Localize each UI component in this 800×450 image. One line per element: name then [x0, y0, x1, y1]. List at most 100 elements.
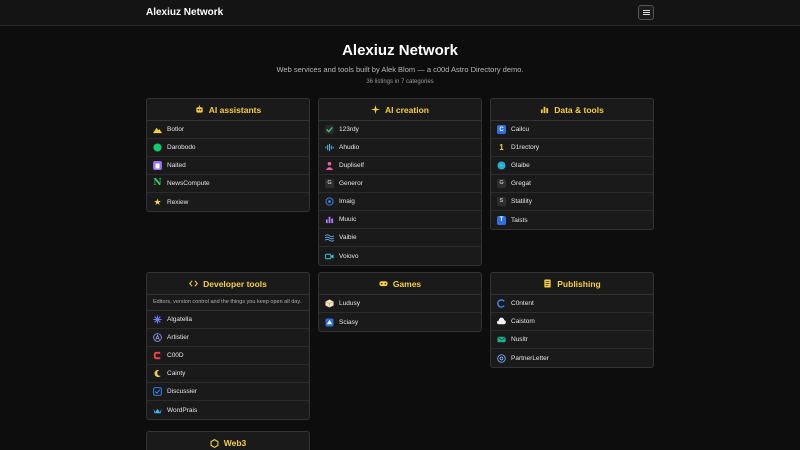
g-letter-icon: G [325, 179, 334, 188]
listing-label: 123rdy [339, 126, 359, 133]
listing-item-wordprais[interactable]: WordPrais [147, 401, 309, 419]
listing-label: Cailcu [511, 126, 530, 133]
category-header[interactable]: AI assistants [147, 99, 309, 121]
hamburger-menu-button[interactable] [638, 5, 654, 20]
purple-square-icon [153, 161, 162, 170]
category-title: Web3 [223, 438, 247, 448]
listing-item-cainty[interactable]: Cainty [147, 365, 309, 383]
bars-icon [325, 215, 334, 224]
check-square-icon [153, 387, 162, 396]
listing-item-statility[interactable]: S Statility [491, 193, 653, 211]
brand-link[interactable]: Alexiuz Network [146, 7, 223, 18]
listing-item-generor[interactable]: G Generor [319, 175, 481, 193]
listing-label: Discussier [167, 388, 197, 395]
listing-item-d1rectory[interactable]: 1 D1rectory [491, 139, 653, 157]
hexagon-icon [210, 438, 219, 448]
listing-item-taists[interactable]: T Taists [491, 211, 653, 229]
category-title: AI creation [385, 104, 429, 115]
listing-item-naited[interactable]: Naited [147, 157, 309, 175]
listing-item-botlor[interactable]: Botlor [147, 121, 309, 139]
listing-item-imaig[interactable]: Imaig [319, 193, 481, 211]
listing-item-caistom[interactable]: Caistom [491, 313, 653, 331]
listing-label: Nusltr [511, 336, 528, 343]
category-header[interactable]: AI creation [319, 99, 481, 121]
green-circle-icon [153, 143, 162, 152]
target-icon [325, 197, 334, 206]
listing-item-rexiew[interactable]: ★ Rexiew [147, 193, 309, 211]
category-card-developer-tools: Developer tools Editors, version control… [146, 272, 310, 420]
listing-item-nusltr[interactable]: Nusltr [491, 331, 653, 349]
listing-item-123rdy[interactable]: 123rdy [319, 121, 481, 139]
listing-label: Cainty [167, 370, 186, 377]
mountain-icon [153, 125, 162, 134]
listing-label: Voiovo [339, 252, 359, 260]
n-letter-icon: N [153, 178, 162, 188]
listing-count: 36 listings in 7 categories [366, 79, 434, 85]
category-header[interactable]: Web3 [147, 432, 309, 450]
at-sign-icon [497, 353, 506, 363]
listing-item-sciasy[interactable]: Sciasy [319, 313, 481, 331]
listing-label: D1rectory [511, 144, 540, 151]
listing-item-c00d[interactable]: C00D [147, 347, 309, 365]
category-header[interactable]: Publishing [491, 273, 653, 295]
listing-label: PartnerLetter [511, 354, 549, 362]
category-title: Publishing [557, 278, 601, 289]
category-card-publishing: Publishing C0ntent Caistom Nusltr Partne… [490, 272, 654, 368]
globe-icon [497, 161, 506, 170]
listing-item-cailcu[interactable]: C Cailcu [491, 121, 653, 139]
listing-item-muuic[interactable]: Muuic [319, 211, 481, 229]
listing-label: C00D [167, 352, 184, 359]
listing-label: Taists [511, 216, 528, 224]
listing-item-glaibe[interactable]: Glaibe [491, 157, 653, 175]
category-header[interactable]: Developer tools [147, 273, 309, 295]
category-card-ai-creation: AI creation 123rdy Ahudio Dupliself G Ge… [318, 98, 482, 266]
listing-label: Naited [167, 162, 186, 169]
waves-icon [325, 233, 334, 242]
s-letter-icon: S [497, 197, 506, 206]
listing-label: Algatella [167, 316, 192, 323]
star-icon: ★ [153, 196, 162, 207]
category-title: Games [392, 278, 422, 289]
listing-item-ahudio[interactable]: Ahudio [319, 139, 481, 157]
category-card-data-tools: Data & tools C Cailcu 1 D1rectory Glaibe… [490, 98, 654, 230]
number-one-icon: 1 [499, 142, 504, 152]
listing-item-c0ntent[interactable]: C0ntent [491, 295, 653, 313]
listing-item-newscompute[interactable]: N NewsCompute [147, 175, 309, 193]
listing-item-voiovo[interactable]: Voiovo [319, 247, 481, 265]
listing-label: Artistier [167, 334, 190, 341]
category-description: Editors, version control and the things … [147, 295, 309, 311]
sparkle-icon [371, 105, 381, 114]
listing-label: Gregat [511, 180, 531, 187]
listing-item-vaibie[interactable]: Vaibie [319, 229, 481, 247]
cube-icon [325, 299, 334, 308]
listing-label: Vaibie [339, 234, 357, 241]
category-header[interactable]: Games [319, 273, 481, 295]
listing-item-gregat[interactable]: G Gregat [491, 175, 653, 193]
listing-item-algatella[interactable]: Algatella [147, 311, 309, 329]
listing-item-partnerletter[interactable]: PartnerLetter [491, 349, 653, 367]
listing-item-dupliself[interactable]: Dupliself [319, 157, 481, 175]
category-card-web3: Web3 [146, 431, 310, 450]
category-card-ai-assistants: AI assistants Botlor Darobodo Naited N N… [146, 98, 310, 212]
listing-item-ludusy[interactable]: Ludusy [319, 295, 481, 313]
listing-label: Botlor [167, 126, 184, 133]
asterisk-icon [153, 315, 162, 324]
listing-item-artistier[interactable]: Artistier [147, 329, 309, 347]
g-letter-icon: G [497, 179, 506, 188]
top-navbar: Alexiuz Network [0, 0, 800, 26]
listing-label: WordPrais [167, 406, 198, 414]
envelope-icon [497, 335, 506, 344]
c-ring-icon [497, 299, 506, 308]
listing-item-darobodo[interactable]: Darobodo [147, 139, 309, 157]
category-title: Developer tools [203, 278, 267, 289]
video-camera-icon [325, 252, 334, 261]
cloud-icon [497, 317, 506, 326]
listing-label: Imaig [339, 198, 355, 205]
listing-label: Caistom [511, 318, 535, 325]
listing-item-discussier[interactable]: Discussier [147, 383, 309, 401]
gem-icon [325, 317, 334, 327]
category-title: AI assistants [208, 104, 262, 115]
category-header[interactable]: Data & tools [491, 99, 653, 121]
robot-icon [195, 105, 204, 114]
category-title: Data & tools [554, 104, 604, 115]
